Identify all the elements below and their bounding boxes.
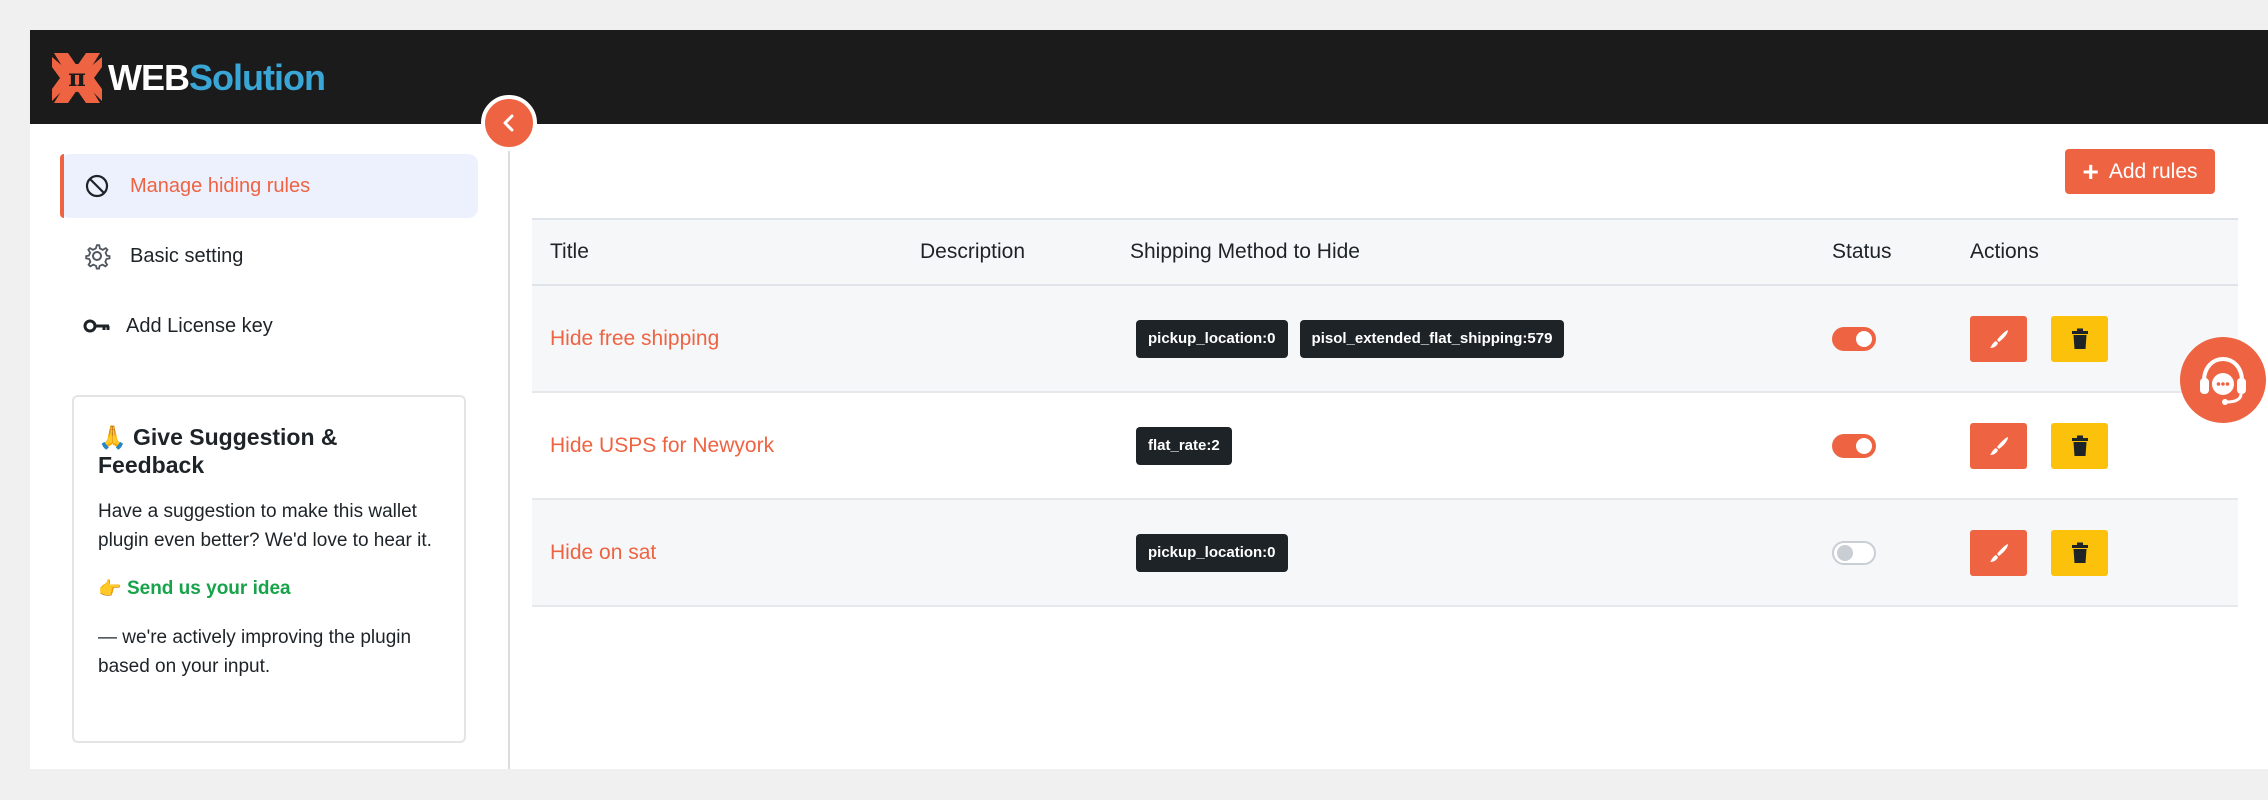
brand-web: WEB — [108, 57, 190, 98]
svg-text:π: π — [68, 63, 86, 92]
delete-button[interactable] — [2051, 315, 2108, 362]
headset-chat-icon — [2200, 356, 2246, 405]
send-idea-link[interactable]: 👉 Send us your idea — [98, 577, 440, 601]
status-toggle[interactable] — [1832, 433, 1876, 458]
trash-icon — [2071, 435, 2088, 456]
sidebar-item-label: Basic setting — [130, 244, 244, 267]
table-row: Hide free shipping pickup_location:0 pis… — [532, 286, 2238, 393]
add-rules-button[interactable]: + Add rules — [2065, 149, 2215, 194]
delete-button[interactable] — [2051, 422, 2108, 469]
logo[interactable]: π WEBSolution — [48, 49, 326, 107]
row-actions — [1970, 393, 2132, 498]
delete-button[interactable] — [2051, 529, 2108, 576]
edit-button[interactable] — [1970, 422, 2027, 469]
collapse-sidebar-button[interactable] — [481, 95, 537, 151]
suggestion-body: Have a suggestion to make this wallet pl… — [98, 501, 432, 551]
edit-button[interactable] — [1970, 529, 2027, 576]
trash-icon — [2071, 542, 2088, 563]
brush-icon — [1989, 436, 2008, 455]
chevron-left-icon — [503, 114, 514, 132]
header-shipping-method: Shipping Method to Hide — [1130, 240, 1360, 263]
toggle-knob — [1856, 330, 1872, 347]
header-title: Title — [550, 240, 589, 263]
edit-button[interactable] — [1970, 315, 2027, 362]
rule-title-link[interactable]: Hide free shipping — [550, 327, 719, 351]
shipping-method-tag: pisol_extended_flat_shipping:579 — [1299, 319, 1565, 358]
table-header: Title Description Shipping Method to Hid… — [532, 218, 2238, 286]
brush-icon — [1989, 543, 2008, 562]
header-description: Description — [920, 240, 1026, 263]
shipping-methods: flat_rate:2 — [1136, 393, 1244, 498]
brush-icon — [1989, 329, 2008, 348]
brand-name: WEBSolution — [108, 57, 326, 99]
gear-icon — [82, 241, 112, 271]
key-icon — [82, 311, 112, 341]
rules-table: Title Description Shipping Method to Hid… — [532, 218, 2238, 607]
suggestion-card: 🙏 Give Suggestion & Feedback Have a sugg… — [72, 395, 466, 743]
sidebar-nav: Manage hiding rules Basic setting Add Li… — [60, 154, 478, 364]
header-status: Status — [1832, 240, 1892, 263]
table-row: Hide USPS for Newyork flat_rate:2 — [532, 393, 2238, 500]
sidebar-item-label: Manage hiding rules — [130, 174, 311, 197]
row-actions — [1970, 500, 2132, 605]
rule-title-link[interactable]: Hide USPS for Newyork — [550, 434, 774, 458]
praying-hands-icon: 🙏 — [98, 424, 127, 450]
status-toggle[interactable] — [1832, 540, 1876, 565]
brand-solution: Solution — [189, 57, 326, 98]
trash-icon — [2071, 328, 2088, 349]
toggle-knob — [1837, 544, 1853, 561]
status-toggle[interactable] — [1832, 326, 1876, 351]
top-bar: π WEBSolution — [30, 30, 2268, 124]
sidebar-item-manage-hiding-rules[interactable]: Manage hiding rules — [60, 154, 478, 218]
app-panel: π WEBSolution Manage hiding rules Basic … — [30, 30, 2268, 769]
suggestion-footer: — we're actively improving the plugin ba… — [98, 627, 412, 677]
shipping-method-tag: pickup_location:0 — [1136, 319, 1288, 358]
send-idea-label: Send us your idea — [126, 578, 291, 599]
add-rules-label: Add rules — [2108, 159, 2198, 183]
plus-icon: + — [2082, 155, 2099, 187]
sidebar-item-basic-setting[interactable]: Basic setting — [60, 224, 478, 288]
header-actions: Actions — [1970, 240, 2039, 263]
pointing-hand-icon: 👉 — [98, 579, 122, 600]
toggle-knob — [1856, 437, 1872, 454]
ban-icon — [82, 171, 112, 201]
suggestion-title: 🙏 Give Suggestion & Feedback — [98, 423, 440, 479]
support-chat-button[interactable] — [2180, 337, 2266, 423]
table-row: Hide on sat pickup_location:0 — [532, 500, 2238, 607]
pi-logo-icon: π — [48, 49, 106, 107]
rule-title-link[interactable]: Hide on sat — [550, 541, 656, 565]
shipping-methods: pickup_location:0 pisol_extended_flat_sh… — [1136, 286, 1576, 391]
sidebar-divider — [508, 124, 510, 769]
suggestion-title-text: Give Suggestion & Feedback — [98, 424, 338, 478]
shipping-method-tag: pickup_location:0 — [1136, 533, 1288, 572]
sidebar-item-label: Add License key — [126, 314, 273, 337]
row-actions — [1970, 286, 2132, 391]
shipping-method-tag: flat_rate:2 — [1136, 426, 1232, 465]
shipping-methods: pickup_location:0 — [1136, 500, 1300, 605]
sidebar-item-add-license-key[interactable]: Add License key — [60, 294, 478, 358]
